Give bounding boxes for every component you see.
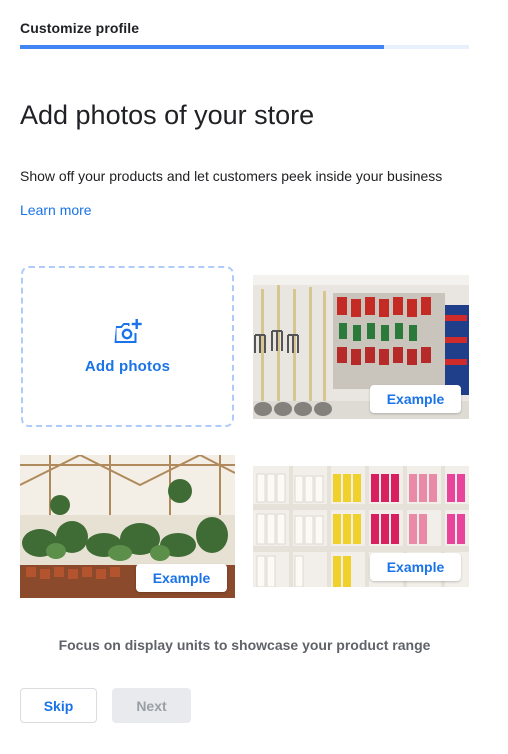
learn-more-link[interactable]: Learn more <box>20 202 92 218</box>
example-photo-candle-shelves: Example <box>253 466 469 587</box>
add-photos-button[interactable]: Add photos <box>21 266 234 427</box>
next-button[interactable]: Next <box>112 688 191 723</box>
example-badge: Example <box>370 553 461 581</box>
page-title: Add photos of your store <box>20 100 315 130</box>
example-photo-garden-center: Example <box>20 455 235 598</box>
add-photos-label: Add photos <box>84 358 171 375</box>
example-photo-hardware-store: Example <box>253 275 469 419</box>
example-badge: Example <box>136 564 227 592</box>
progress-bar <box>20 45 469 49</box>
add-photo-camera-icon <box>114 319 142 343</box>
example-badge: Example <box>370 385 461 413</box>
header-title: Customize profile <box>20 20 140 36</box>
page-subtitle: Show off your products and let customers… <box>20 168 443 184</box>
skip-button[interactable]: Skip <box>20 688 97 723</box>
progress-bar-fill <box>20 45 384 49</box>
photo-tip-caption: Focus on display units to showcase your … <box>58 637 431 653</box>
